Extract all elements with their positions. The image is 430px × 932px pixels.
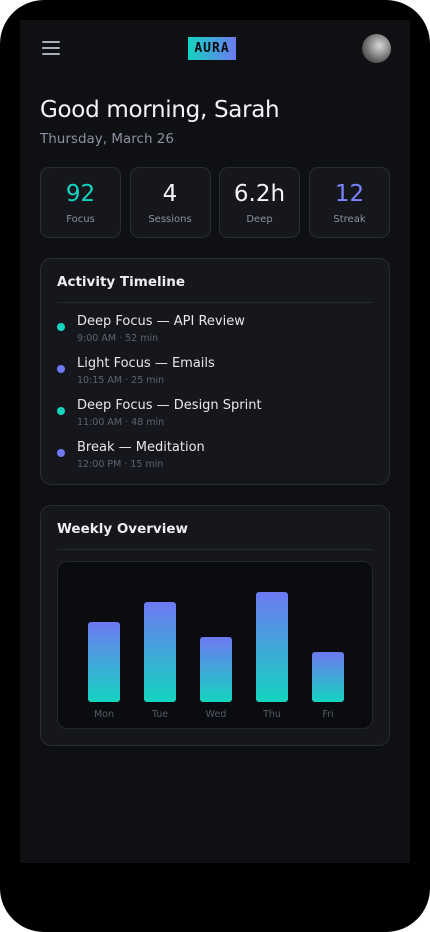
activity-timeline-card: Activity Timeline Deep Focus — API Revie… (40, 258, 390, 485)
stats-row: 92 Focus 4 Sessions 6.2h Deep 12 Streak (40, 167, 390, 238)
timeline-item-title: Deep Focus — API Review (77, 314, 245, 329)
stat-value: 92 (65, 181, 96, 207)
timeline-item-title: Light Focus — Emails (77, 356, 215, 371)
bar-tue (144, 602, 176, 702)
status-dot (57, 407, 65, 415)
x-tick-label: Wed (206, 709, 227, 720)
stat-label: Deep (246, 214, 273, 225)
stat-label: Focus (66, 214, 95, 225)
bar-wed (200, 637, 232, 702)
timeline-item[interactable]: Light Focus — Emails 10:15 AM · 25 min (57, 354, 377, 390)
logo-text: AURA (194, 41, 230, 56)
divider (57, 302, 373, 303)
timeline-item-meta: 11:00 AM · 48 min (77, 417, 165, 428)
hamburger-menu-icon[interactable] (42, 40, 60, 56)
timeline-item[interactable]: Deep Focus — Design Sprint 11:00 AM · 48… (57, 396, 377, 432)
chart-canvas: Mon Tue Wed Thu Fri (88, 592, 344, 720)
weekly-bar-chart: Mon Tue Wed Thu Fri (57, 561, 373, 729)
x-tick-label: Fri (322, 709, 333, 720)
current-date: Thursday, March 26 (40, 131, 174, 147)
timeline-item[interactable]: Deep Focus — API Review 9:00 AM · 52 min (57, 312, 377, 348)
stat-card-sessions[interactable]: 4 Sessions (129, 167, 211, 238)
timeline-item-meta: 10:15 AM · 25 min (77, 375, 165, 386)
greeting-title: Good morning, Sarah (40, 97, 280, 123)
stat-value: 4 (162, 181, 178, 207)
timeline-item-meta: 9:00 AM · 52 min (77, 333, 159, 344)
stat-label: Sessions (148, 214, 192, 225)
app-screen: AURA Good morning, Sarah Thursday, March… (20, 20, 410, 863)
bar-thu (256, 592, 288, 702)
status-dot (57, 365, 65, 373)
x-tick-label: Mon (94, 709, 114, 720)
stat-card-deep[interactable]: 6.2h Deep (219, 167, 300, 238)
stat-value: 12 (334, 181, 365, 207)
app-logo: AURA (188, 37, 236, 60)
status-dot (57, 323, 65, 331)
card-title: Activity Timeline (57, 274, 185, 290)
timeline-item-title: Break — Meditation (77, 440, 205, 455)
stat-label: Streak (333, 214, 366, 225)
timeline-item[interactable]: Break — Meditation 12:00 PM · 15 min (57, 438, 377, 474)
x-tick-label: Tue (151, 709, 168, 720)
stat-value: 6.2h (233, 181, 286, 207)
bar-mon (88, 622, 120, 702)
timeline-item-meta: 12:00 PM · 15 min (77, 459, 164, 470)
phone-frame: AURA Good morning, Sarah Thursday, March… (0, 0, 430, 932)
bar-fri (312, 652, 344, 702)
stat-card-streak[interactable]: 12 Streak (309, 167, 390, 238)
x-tick-label: Thu (262, 709, 281, 720)
divider (57, 549, 373, 550)
timeline-item-title: Deep Focus — Design Sprint (77, 398, 262, 413)
weekly-overview-card: Weekly Overview Mon Tue Wed Thu Fri (40, 505, 390, 746)
status-dot (57, 449, 65, 457)
stat-card-focus[interactable]: 92 Focus (40, 167, 121, 238)
card-title: Weekly Overview (57, 521, 188, 537)
user-avatar[interactable] (362, 34, 391, 63)
